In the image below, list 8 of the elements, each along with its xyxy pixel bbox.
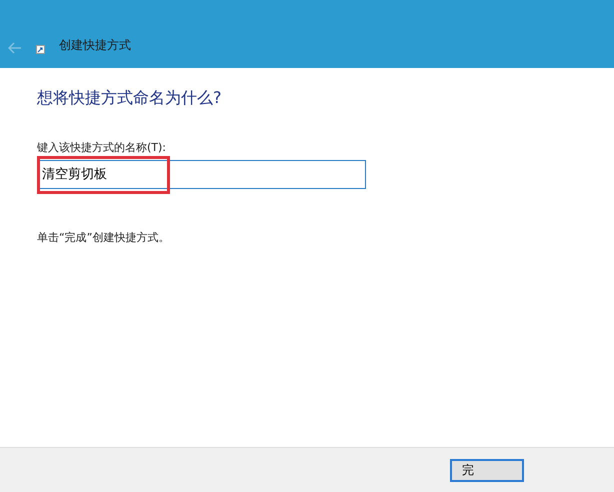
name-field[interactable]: 清空剪切板 [37,160,366,188]
shortcut-icon [36,45,45,54]
field-label: 键入该快捷方式的名称(T): [37,140,168,156]
page-heading: 想将快捷方式命名为什么? [37,87,222,109]
back-arrow-icon[interactable] [8,42,22,54]
finish-button[interactable]: 完 [450,458,524,482]
window-title: 创建快捷方式 [59,37,131,54]
hint-text: 单击“完成”创建快捷方式。 [37,230,170,246]
